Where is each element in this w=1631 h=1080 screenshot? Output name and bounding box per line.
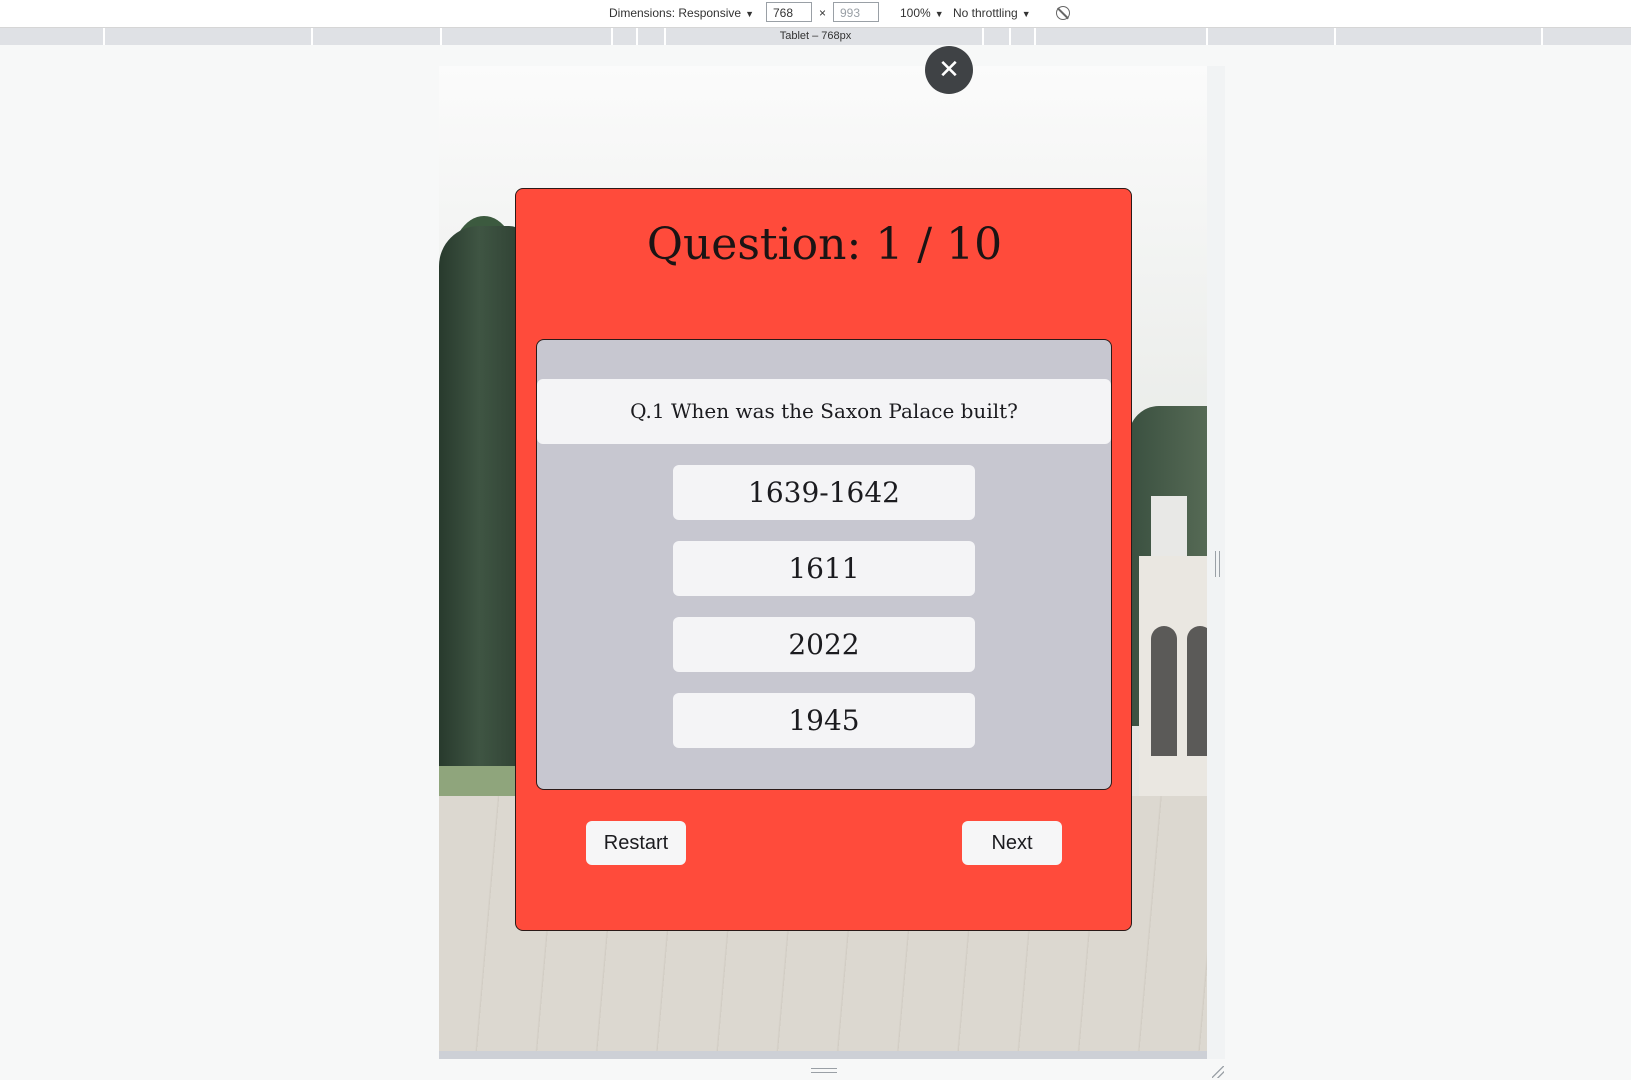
rotate-icon[interactable] bbox=[1056, 6, 1070, 20]
times-sign: × bbox=[819, 6, 827, 20]
quiz-card: Question: 1 / 10 Q.1 When was the Saxon … bbox=[515, 188, 1132, 931]
media-query-label: Tablet – 768px bbox=[779, 30, 852, 42]
zoom-label: 100% bbox=[900, 6, 931, 20]
media-query-bar: Tablet – 768px bbox=[0, 28, 1631, 45]
quiz-title: Question: 1 / 10 bbox=[646, 219, 1003, 270]
chevron-down-icon: ▼ bbox=[934, 9, 944, 19]
throttling-label: No throttling bbox=[953, 6, 1018, 20]
restart-button[interactable]: Restart bbox=[586, 821, 686, 865]
background-arch bbox=[1151, 626, 1177, 756]
question-panel: Q.1 When was the Saxon Palace built? 163… bbox=[536, 339, 1112, 790]
viewport-bottom-edge bbox=[439, 1051, 1207, 1059]
resize-handle-corner[interactable] bbox=[1212, 1066, 1224, 1078]
dimensions-dropdown[interactable]: Dimensions: Responsive ▼ bbox=[609, 6, 754, 20]
answer-button[interactable]: 2022 bbox=[673, 617, 975, 672]
answer-button[interactable]: 1639-1642 bbox=[673, 465, 975, 520]
resize-handle-bottom[interactable] bbox=[811, 1068, 837, 1073]
close-button[interactable]: ✕ bbox=[925, 46, 973, 94]
next-button[interactable]: Next bbox=[962, 821, 1062, 865]
resize-handle-right[interactable] bbox=[1215, 551, 1220, 577]
chevron-down-icon: ▼ bbox=[745, 9, 754, 19]
devtools-toolbar: Dimensions: Responsive ▼ 768 × 993 100% ▼ … bbox=[0, 0, 1631, 28]
width-input[interactable]: 768 bbox=[766, 2, 812, 22]
zoom-dropdown[interactable]: 100% ▼ bbox=[900, 6, 944, 20]
answer-button[interactable]: 1611 bbox=[673, 541, 975, 596]
background-arch bbox=[1187, 626, 1207, 756]
answer-button[interactable]: 1945 bbox=[673, 693, 975, 748]
throttling-dropdown[interactable]: No throttling ▼ bbox=[953, 6, 1031, 20]
height-input[interactable]: 993 bbox=[833, 2, 879, 22]
dimensions-label: Dimensions: Responsive bbox=[609, 6, 742, 20]
chevron-down-icon: ▼ bbox=[1021, 9, 1031, 19]
question-text: Q.1 When was the Saxon Palace built? bbox=[537, 379, 1111, 444]
